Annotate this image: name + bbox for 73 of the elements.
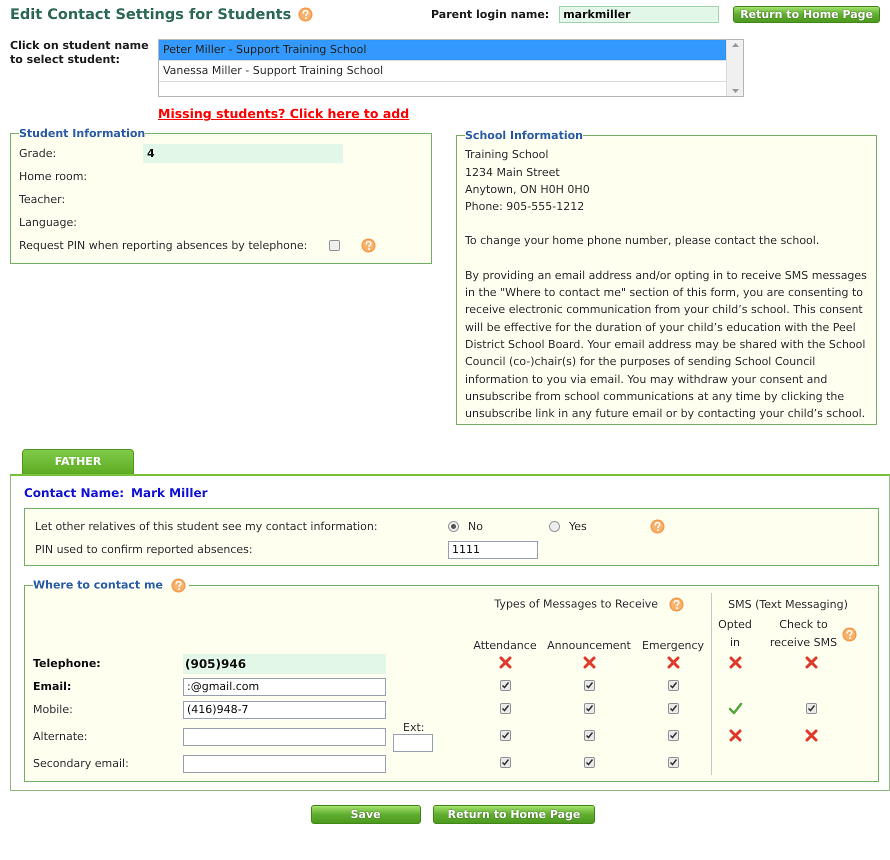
field-label: Grade: bbox=[19, 147, 58, 160]
column-heading: Emergency bbox=[642, 639, 704, 652]
phone-value: (905)946 bbox=[183, 654, 386, 674]
picker-label: Click on student name to select student: bbox=[10, 39, 150, 68]
contact-field[interactable] bbox=[183, 754, 386, 773]
field-label: Secondary email: bbox=[33, 757, 129, 770]
checkbox[interactable] bbox=[668, 680, 678, 692]
field-label: Teacher: bbox=[19, 193, 66, 206]
radio-label: No bbox=[468, 520, 483, 534]
checkbox[interactable] bbox=[584, 757, 594, 768]
field-label: Language: bbox=[19, 216, 78, 229]
login-field[interactable]: markmiller bbox=[559, 6, 720, 23]
info-paragraph: To change your home phone number, please contact the school. bbox=[465, 233, 820, 250]
field-label: Telephone: bbox=[33, 657, 101, 670]
checkbox[interactable] bbox=[668, 757, 678, 768]
checkbox[interactable] bbox=[500, 757, 510, 768]
column-group-heading: Types of Messages to Receive bbox=[494, 598, 658, 611]
column-heading: Announcement bbox=[547, 639, 631, 652]
checkbox[interactable] bbox=[668, 730, 678, 742]
cross-icon bbox=[728, 728, 742, 742]
student-list[interactable]: Peter Miller - Support Training School Vanessa Miller - Support Training School bbox=[158, 39, 744, 97]
cross-icon bbox=[728, 656, 742, 669]
checkbox[interactable] bbox=[500, 703, 510, 714]
cross-icon bbox=[804, 656, 818, 669]
field-label: PIN used to confirm reported absences: bbox=[35, 543, 254, 556]
checkbox[interactable] bbox=[584, 730, 594, 742]
field-label: Email: bbox=[33, 680, 72, 694]
student-option[interactable]: Vanessa Miller - Support Training School bbox=[159, 61, 726, 82]
radio-button[interactable] bbox=[448, 521, 459, 532]
info-paragraph: By providing an email address and/or opting in to receive SMS messages in the "Where to contact me" section of this form, you are consenting to receive electronic communication from your child’s school. This consent will be effective for the duration of your child’s education with the Peel District School Board. Your email address may be shared with the School Council (co-)chair(s) for the purposes of sending School Council information to you via email. You may withdraw your consent and unsubscribe from school communications at any time by clicking the unsubscribe link in any future email or by contacting your child’s school. bbox=[465, 268, 868, 422]
contact-field[interactable]: (416)948-7 bbox=[183, 700, 386, 719]
field-label: Ext: bbox=[403, 721, 424, 734]
cross-icon bbox=[804, 728, 818, 742]
address-line: Phone: 905-555-1212 bbox=[465, 199, 586, 216]
column-heading: Check to receive SMS bbox=[768, 617, 838, 652]
contact-field[interactable]: :@gmail.com bbox=[183, 678, 386, 696]
field-label: Request PIN when reporting absences by telephone: bbox=[19, 239, 308, 252]
add-students-link[interactable]: Missing students? Click here to add bbox=[158, 106, 410, 121]
contact-name-label: Contact Name: bbox=[24, 486, 124, 500]
address-line: Training School bbox=[465, 147, 550, 164]
cross-icon bbox=[666, 656, 680, 669]
address-line: Anytown, ON H0H 0H0 bbox=[465, 182, 591, 198]
panel-legend: Where to contact me bbox=[33, 578, 190, 594]
radio-button[interactable] bbox=[549, 521, 560, 532]
checkbox[interactable] bbox=[500, 730, 510, 742]
field-value: 4 bbox=[143, 144, 343, 163]
contact-name: Mark Miller bbox=[131, 486, 208, 500]
checkbox[interactable] bbox=[584, 680, 594, 692]
checkbox[interactable] bbox=[584, 703, 594, 714]
cross-icon bbox=[498, 656, 512, 669]
field-label: Let other relatives of this student see my contact information: bbox=[35, 520, 379, 534]
panel-legend: School Information bbox=[465, 127, 583, 144]
pin-field[interactable]: 1111 bbox=[448, 540, 538, 559]
column-heading: Attendance bbox=[473, 639, 537, 652]
field-label: Home room: bbox=[19, 170, 88, 183]
cross-icon bbox=[582, 656, 596, 669]
column-heading: Opted in bbox=[717, 617, 753, 652]
radio-label: Yes bbox=[569, 520, 587, 534]
field-label: Alternate: bbox=[33, 730, 88, 744]
student-option[interactable]: Peter Miller - Support Training School bbox=[159, 40, 726, 61]
checkbox[interactable] bbox=[668, 703, 678, 714]
extension-field[interactable] bbox=[393, 734, 433, 752]
contact-field[interactable] bbox=[183, 728, 386, 746]
check-icon bbox=[728, 702, 742, 715]
field-label: Mobile: bbox=[33, 703, 73, 716]
login-label: Parent login name: bbox=[431, 8, 550, 21]
checkbox[interactable] bbox=[806, 703, 816, 714]
panel-legend: Student Information bbox=[19, 127, 146, 140]
checkbox[interactable] bbox=[500, 680, 510, 692]
column-group-heading: SMS (Text Messaging) bbox=[728, 598, 848, 612]
page-title: Edit Contact Settings for Students bbox=[10, 6, 292, 22]
checkbox[interactable] bbox=[329, 240, 340, 251]
address-line: 1234 Main Street bbox=[465, 164, 561, 181]
